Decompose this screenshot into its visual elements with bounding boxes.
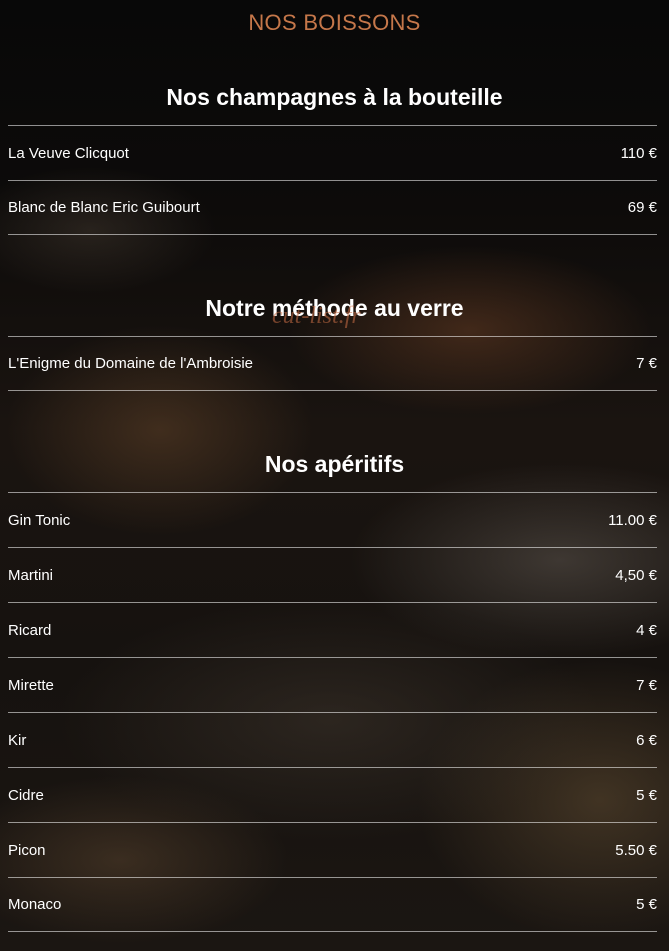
item-name: Ricard	[8, 621, 52, 639]
item-price: 5.50 €	[615, 841, 657, 859]
item-name: Blanc de Blanc Eric Guibourt	[8, 199, 200, 216]
item-price: 110 €	[620, 144, 657, 162]
item-name: Cidre	[8, 786, 44, 804]
menu-item: Gin Tonic 11.00 €	[8, 492, 657, 547]
menu-item: Picon 5.50 €	[8, 822, 657, 877]
item-price: 4 €	[636, 621, 657, 639]
menu-item: Martini 4,50 €	[8, 547, 657, 602]
section-title-aperitifs: Nos apéritifs	[264, 451, 405, 477]
drinks-menu-page: NOS BOISSONS Nos champagnes à la bouteil…	[0, 0, 669, 951]
item-name: La Veuve Clicquot	[8, 144, 129, 162]
menu-content: NOS BOISSONS Nos champagnes à la bouteil…	[0, 0, 669, 951]
item-name: Kir	[8, 731, 27, 749]
item-price: 4,50 €	[615, 566, 657, 584]
menu-item: Monaco 5 €	[8, 877, 657, 932]
item-price: 5 €	[636, 896, 657, 913]
item-name: Mirette	[8, 676, 54, 694]
item-price: 11.00 €	[608, 511, 657, 529]
menu-item: Cidre 5 €	[8, 767, 657, 822]
menu-item: Mirette 7 €	[8, 657, 657, 712]
menu-item: Kir 6 €	[8, 712, 657, 767]
item-name: Picon	[8, 841, 46, 859]
section-title-champagnes: Nos champagnes à la bouteille	[166, 84, 503, 110]
menu-item: Blanc de Blanc Eric Guibourt 69 €	[8, 180, 657, 235]
item-name: Monaco	[8, 896, 62, 913]
item-name: L'Enigme du Domaine de l'Ambroisie	[8, 355, 254, 372]
item-price: 6 €	[636, 731, 657, 749]
item-price: 69 €	[627, 199, 657, 216]
item-price: 7 €	[636, 355, 657, 372]
item-name: Martini	[8, 566, 54, 584]
page-title: NOS BOISSONS	[248, 10, 421, 35]
item-name: Gin Tonic	[8, 511, 71, 529]
menu-item: Ricard 4 €	[8, 602, 657, 657]
watermark: cut-list.fr	[272, 303, 361, 329]
item-price: 7 €	[636, 676, 657, 694]
menu-item: L'Enigme du Domaine de l'Ambroisie 7 €	[8, 336, 657, 391]
menu-item: La Veuve Clicquot 110 €	[8, 125, 657, 180]
item-price: 5 €	[636, 786, 657, 804]
